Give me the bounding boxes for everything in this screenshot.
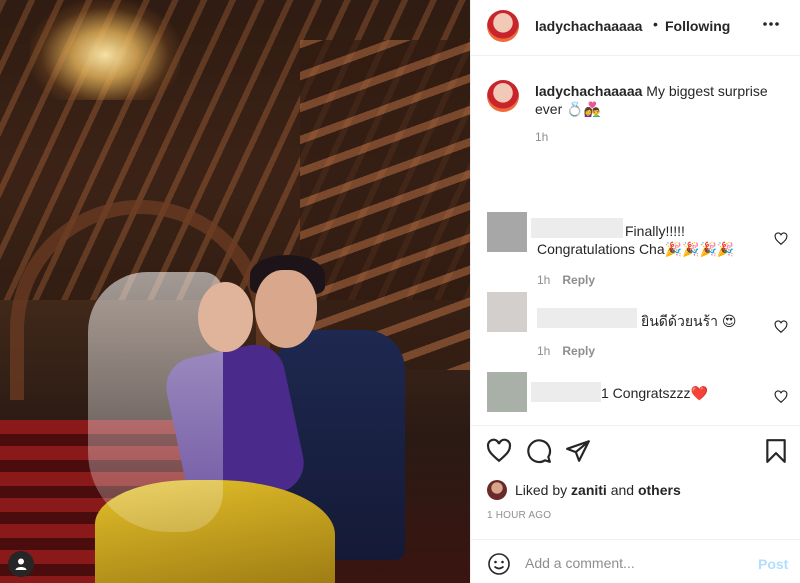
comment-input[interactable] bbox=[525, 550, 745, 576]
comment-avatar[interactable] bbox=[487, 212, 527, 252]
comment-time[interactable]: 1h bbox=[537, 344, 550, 358]
wooden-staircase bbox=[300, 40, 470, 370]
others-link[interactable]: others bbox=[638, 482, 681, 498]
share-icon[interactable] bbox=[565, 438, 591, 464]
post-timestamp[interactable]: 1 HOUR AGO bbox=[487, 510, 551, 521]
heart-icon[interactable] bbox=[774, 232, 788, 246]
liker-username[interactable]: zaniti bbox=[571, 482, 607, 498]
comment-text: ยินดีด้วยนร้า 😍 bbox=[641, 313, 737, 329]
comment-text: Congratulations Cha🎉🎉🎉🎉 bbox=[537, 241, 735, 257]
post-side-panel: ladychachaaaaa • Following ladychachaaaa… bbox=[470, 0, 800, 583]
bookmark-icon[interactable] bbox=[763, 438, 789, 464]
liked-by-prefix: Liked by bbox=[515, 482, 568, 498]
emoji-icon[interactable] bbox=[487, 552, 511, 576]
bride-head bbox=[198, 282, 253, 352]
comment-meta: 1h Reply bbox=[537, 273, 595, 287]
reply-button[interactable]: Reply bbox=[562, 344, 595, 358]
liked-by: Liked by zaniti and others bbox=[487, 480, 681, 500]
post-username[interactable]: ladychachaaaaa bbox=[535, 18, 642, 34]
caption-text: ladychachaaaaa My biggest surprise ever … bbox=[535, 82, 775, 118]
caption-avatar[interactable] bbox=[487, 80, 519, 112]
reply-button[interactable]: Reply bbox=[562, 273, 595, 287]
add-comment-bar: Post bbox=[471, 539, 800, 583]
caption-username[interactable]: ladychachaaaaa bbox=[535, 83, 642, 99]
redacted-username bbox=[531, 218, 623, 238]
comment-avatar[interactable] bbox=[487, 292, 527, 332]
post-photo[interactable] bbox=[0, 0, 470, 583]
post-button[interactable]: Post bbox=[758, 556, 788, 572]
redacted-username bbox=[537, 308, 637, 328]
like-heart-icon[interactable] bbox=[486, 438, 512, 464]
heart-icon[interactable] bbox=[774, 390, 788, 404]
groom-head bbox=[255, 270, 317, 348]
redacted-username bbox=[531, 382, 601, 402]
more-options-button[interactable] bbox=[761, 14, 781, 40]
post-header: ladychachaaaaa • Following bbox=[471, 0, 800, 56]
comment-meta: 1h Reply bbox=[537, 344, 595, 358]
comment-icon[interactable] bbox=[526, 438, 552, 464]
heart-icon[interactable] bbox=[774, 320, 788, 334]
chandelier bbox=[30, 0, 180, 100]
tagged-user-button[interactable] bbox=[8, 551, 34, 577]
ellipsis-icon bbox=[763, 22, 779, 26]
comment-item: 1 Congratszzz❤️ bbox=[471, 372, 800, 424]
caption-time[interactable]: 1h bbox=[535, 130, 548, 144]
user-icon bbox=[15, 558, 27, 570]
following-button[interactable]: Following bbox=[665, 18, 730, 34]
liked-by-joiner: and bbox=[610, 482, 635, 498]
comment-time[interactable]: 1h bbox=[537, 273, 550, 287]
avatar[interactable] bbox=[487, 10, 519, 42]
comment-text: Finally!!!!! bbox=[625, 223, 685, 239]
comment-text: 1 Congratszzz❤️ bbox=[601, 385, 708, 401]
action-bar bbox=[471, 425, 800, 473]
separator-dot: • bbox=[653, 16, 658, 32]
comment-avatar[interactable] bbox=[487, 372, 527, 412]
liker-avatar[interactable] bbox=[487, 480, 507, 500]
